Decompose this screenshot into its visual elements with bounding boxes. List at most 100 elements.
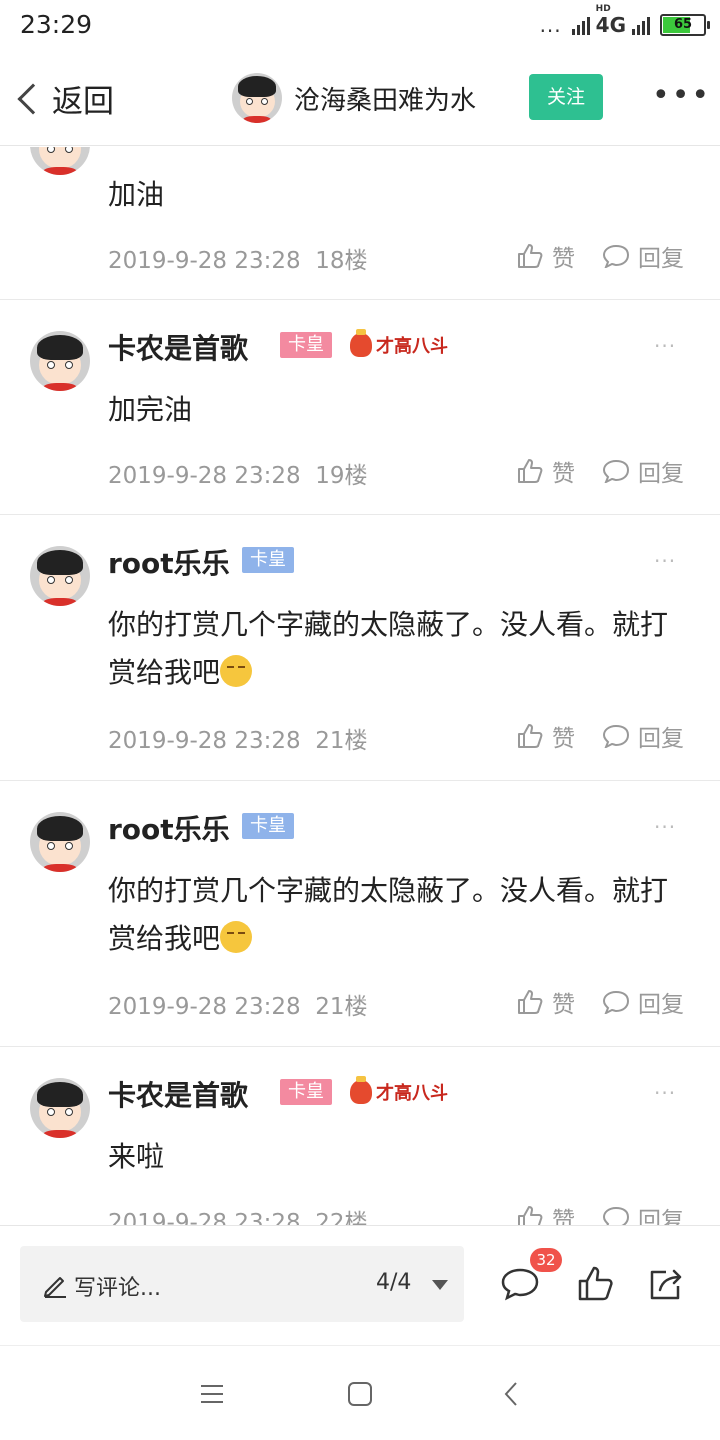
username[interactable]: root乐乐 <box>108 808 230 848</box>
post-more-button[interactable]: ··· <box>654 334 676 358</box>
network-label: 4G <box>595 13 626 37</box>
level-badge: 卡皇 <box>242 547 294 573</box>
thumbs-up-icon <box>518 724 543 748</box>
reply-list[interactable]: 加油 2019-9-28 23:28 18楼 赞 回复 卡农是首歌 卡皇 才高八… <box>0 147 720 1225</box>
post-timestamp: 2019-9-28 23:28 <box>108 248 301 274</box>
share-icon[interactable] <box>646 1264 686 1304</box>
post-floor: 22楼 <box>315 1210 368 1225</box>
post-meta: 2019-9-28 23:28 19楼 <box>108 456 368 490</box>
like-button[interactable]: 赞 <box>516 719 575 753</box>
post-more-button[interactable]: ··· <box>654 1081 676 1105</box>
like-label: 赞 <box>552 461 575 487</box>
comment-bubble-icon <box>602 459 630 483</box>
thumbs-up-icon[interactable] <box>576 1264 616 1304</box>
nav-bar: 返回 沧海桑田难为水 关注 ••• <box>0 52 720 146</box>
status-time: 23:29 <box>20 10 93 39</box>
reply-button[interactable]: 回复 <box>602 239 684 273</box>
comment-bubble-icon <box>602 990 630 1014</box>
post-content: 你的打赏几个字藏的太隐蔽了。没人看。就打赏给我吧 <box>108 867 688 963</box>
reply-button[interactable]: 回复 <box>602 719 684 753</box>
back-icon[interactable] <box>498 1380 526 1408</box>
comment-bubble-icon <box>602 724 630 748</box>
medal-label: 才高八斗 <box>376 1083 448 1104</box>
username[interactable]: root乐乐 <box>108 542 230 582</box>
comment-placeholder: 写评论... <box>74 1276 161 1301</box>
comment-bubble-icon <box>602 1206 630 1225</box>
like-label: 赞 <box>552 246 575 272</box>
bottom-action-bar: 写评论... 4/4 32 <box>0 1225 720 1345</box>
post-floor: 21楼 <box>315 728 368 754</box>
status-indicators: ... HD 4G 65 <box>539 4 710 38</box>
page-indicator[interactable]: 4/4 <box>376 1270 411 1295</box>
level-badge: 卡皇 <box>242 813 294 839</box>
back-button[interactable]: 返回 <box>14 76 114 121</box>
reply-button[interactable]: 回复 <box>602 1201 684 1225</box>
comment-count-badge: 32 <box>530 1248 562 1272</box>
smirk-emoji <box>220 655 253 687</box>
post-meta: 2019-9-28 23:28 21楼 <box>108 987 368 1021</box>
home-icon[interactable] <box>346 1380 374 1408</box>
page-title: 沧海桑田难为水 <box>294 85 477 116</box>
list-item: 卡农是首歌 卡皇 才高八斗 ··· 加完油 2019-9-28 23:28 19… <box>0 300 720 515</box>
reply-button[interactable]: 回复 <box>602 985 684 1019</box>
chevron-left-icon <box>17 82 49 115</box>
list-item: 加油 2019-9-28 23:28 18楼 赞 回复 <box>0 147 720 300</box>
avatar[interactable] <box>30 331 90 391</box>
avatar[interactable] <box>30 812 90 872</box>
thumbs-up-icon <box>518 1206 543 1225</box>
post-content: 你的打赏几个字藏的太隐蔽了。没人看。就打赏给我吧 <box>108 601 688 697</box>
medal-icon <box>350 1076 372 1104</box>
comments-icon[interactable] <box>500 1264 540 1304</box>
post-meta: 2019-9-28 23:28 22楼 <box>108 1203 368 1225</box>
hd-label: HD <box>595 4 611 14</box>
avatar[interactable] <box>30 147 90 175</box>
post-timestamp: 2019-9-28 23:28 <box>108 728 301 754</box>
list-item: 卡农是首歌 卡皇 才高八斗 ··· 来啦 2019-9-28 23:28 22楼… <box>0 1047 720 1225</box>
list-item: root乐乐 卡皇 ··· 你的打赏几个字藏的太隐蔽了。没人看。就打赏给我吧 2… <box>0 781 720 1047</box>
menu-icon[interactable] <box>198 1380 226 1408</box>
reply-label: 回复 <box>638 992 684 1018</box>
more-options-button[interactable]: ••• <box>652 76 711 116</box>
post-content: 加油 <box>108 178 165 211</box>
medal-badge: 才高八斗 <box>350 1076 448 1106</box>
status-bar: 23:29 ... HD 4G 65 <box>0 0 720 52</box>
avatar[interactable] <box>30 546 90 606</box>
battery-level: 65 <box>673 17 693 32</box>
notification-dots: ... <box>539 13 562 37</box>
like-label: 赞 <box>552 1208 575 1225</box>
network-type: HD 4G <box>595 4 626 37</box>
like-label: 赞 <box>552 992 575 1018</box>
like-button[interactable]: 赞 <box>516 239 575 273</box>
signal-icon-2 <box>632 15 650 35</box>
post-content: 来啦 <box>108 1140 165 1173</box>
post-timestamp: 2019-9-28 23:28 <box>108 1210 301 1225</box>
caret-down-icon[interactable] <box>432 1280 448 1290</box>
avatar[interactable] <box>232 73 282 123</box>
like-button[interactable]: 赞 <box>516 454 575 488</box>
like-button[interactable]: 赞 <box>516 985 575 1019</box>
battery-icon: 65 <box>660 14 710 36</box>
post-timestamp: 2019-9-28 23:28 <box>108 994 301 1020</box>
reply-label: 回复 <box>638 461 684 487</box>
like-button[interactable]: 赞 <box>516 1201 575 1225</box>
level-badge: 卡皇 <box>280 332 332 358</box>
thread-author[interactable]: 沧海桑田难为水 <box>232 73 476 123</box>
post-timestamp: 2019-9-28 23:28 <box>108 463 301 489</box>
follow-button[interactable]: 关注 <box>529 74 603 120</box>
post-more-button[interactable]: ··· <box>654 549 676 573</box>
username[interactable]: 卡农是首歌 <box>108 327 248 367</box>
reply-button[interactable]: 回复 <box>602 454 684 488</box>
post-floor: 21楼 <box>315 994 368 1020</box>
level-badge: 卡皇 <box>280 1079 332 1105</box>
post-meta: 2019-9-28 23:28 21楼 <box>108 721 368 755</box>
thumbs-up-icon <box>518 459 543 483</box>
avatar[interactable] <box>30 1078 90 1138</box>
medal-icon <box>350 329 372 357</box>
post-text: 你的打赏几个字藏的太隐蔽了。没人看。就打赏给我吧 <box>108 874 669 955</box>
username[interactable]: 卡农是首歌 <box>108 1074 248 1114</box>
back-label: 返回 <box>52 84 114 120</box>
comment-input[interactable]: 写评论... 4/4 <box>20 1246 464 1322</box>
post-floor: 19楼 <box>315 463 368 489</box>
medal-label: 才高八斗 <box>376 336 448 357</box>
post-more-button[interactable]: ··· <box>654 815 676 839</box>
